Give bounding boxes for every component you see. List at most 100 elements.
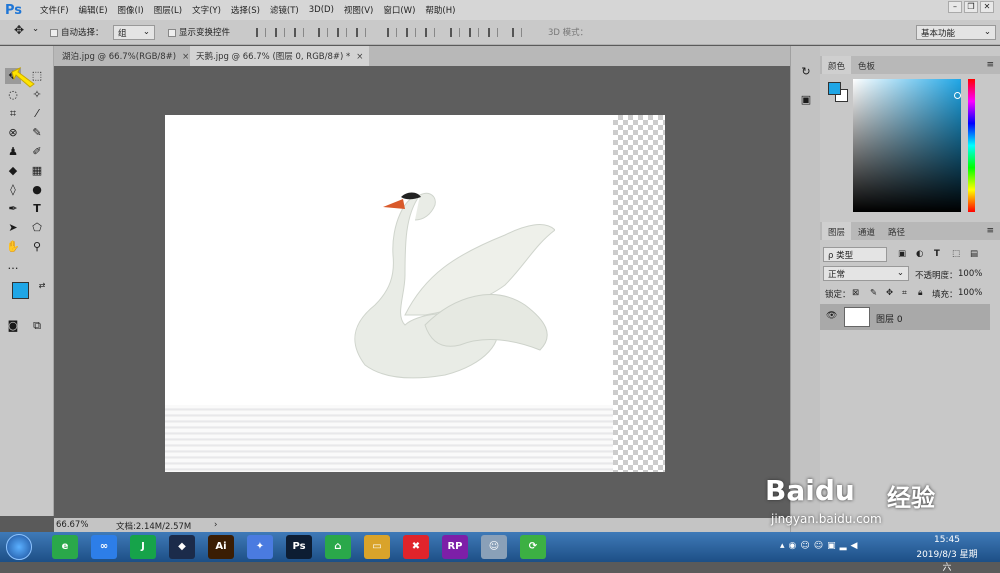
align-right-icon[interactable] [356,28,366,37]
dodge-tool-icon[interactable]: ● [29,182,45,198]
avatar-icon[interactable]: ☺ [481,535,507,559]
hue-slider[interactable] [968,79,975,212]
foreground-color-swatch[interactable] [12,282,29,299]
menu-file[interactable]: 文件(F) [35,4,74,16]
green-app-icon[interactable]: ⌂ [325,535,351,559]
menu-window[interactable]: 窗口(W) [378,4,420,16]
tab-swatches[interactable]: 色板 [852,56,881,74]
lock-all-icon[interactable]: 🔒︎ [918,288,923,298]
layer-name[interactable]: 图层 0 [876,312,903,325]
auto-select-checkbox[interactable]: 自动选择： [50,26,104,38]
distribute-top-icon[interactable] [387,28,397,37]
lock-paint-icon[interactable]: ✎ [870,288,877,298]
close-icon[interactable]: ✕ [980,1,994,13]
move-tool-icon[interactable]: ✥ [14,23,24,37]
menu-3d[interactable]: 3D(D) [304,5,339,15]
hand-tool-icon[interactable]: ✋ [5,239,21,255]
filter-type-icon[interactable]: T [934,249,940,259]
screen-mode-icon[interactable]: ⧉ [29,318,45,334]
eraser-tool-icon[interactable]: ◆ [5,163,21,179]
axure-rp-icon[interactable]: RP [442,535,468,559]
tab-layers[interactable]: 图层 [822,222,852,240]
swap-colors-icon[interactable]: ⇄ [34,278,50,294]
lock-pixels-icon[interactable]: ⊠ [852,288,859,298]
lasso-tool-icon[interactable]: ◌ [5,87,21,103]
menu-layer[interactable]: 图层(L) [149,4,187,16]
baidu-cloud-icon[interactable]: ∞ [91,535,117,559]
color-picker-field[interactable] [853,79,961,212]
zoom-level[interactable]: 66.67% [56,520,88,530]
path-select-icon[interactable]: ➤ [5,220,21,236]
bird-icon[interactable]: ✦ [247,535,273,559]
align-left-icon[interactable] [318,28,328,37]
jianying-icon[interactable]: J [130,535,156,559]
align-hcenter-icon[interactable] [337,28,347,37]
menu-select[interactable]: 选择(S) [226,4,265,16]
clock[interactable]: 15:45 2019/8/3 星期六 [912,535,982,573]
illustrator-icon[interactable]: Ai [208,535,234,559]
blend-mode-dropdown[interactable]: 正常 ⌄ [823,266,909,281]
fill-value[interactable]: 100% [958,288,982,298]
more-tools-icon[interactable]: … [5,258,21,274]
distribute-hcenter-icon[interactable] [469,28,479,37]
menu-image[interactable]: 图像(I) [113,4,149,16]
tab-swan[interactable]: 天鹅.jpg @ 66.7% (图层 0, RGB/8#) * × [190,46,370,66]
xmind-icon[interactable]: ✖ [403,535,429,559]
eyedropper-icon[interactable]: ⁄ [29,106,45,122]
auto-select-dropdown[interactable]: 组 ⌄ [113,25,155,40]
history-panel-icon[interactable]: ↻ [798,64,814,80]
clone-stamp-icon[interactable]: ♟ [5,144,21,160]
layer-row[interactable]: 👁︎ 图层 0 [820,304,990,330]
chrome-icon[interactable]: e [52,535,78,559]
close-icon[interactable]: × [356,52,363,62]
align-bottom-icon[interactable] [294,28,304,37]
auto-align-icon[interactable] [512,28,522,37]
lock-artboard-icon[interactable]: ⌗ [902,288,907,298]
layer-filter-dropdown[interactable]: ρ 类型 [823,247,887,262]
visibility-eye-icon[interactable]: 👁︎ [826,311,837,321]
minimize-icon[interactable]: – [948,1,962,13]
quick-mask-icon[interactable]: ◙ [5,318,21,334]
magic-wand-icon[interactable]: ✧ [29,87,45,103]
photoshop-icon[interactable]: Ps [286,535,312,559]
app-icon[interactable]: ◆ [169,535,195,559]
distribute-bottom-icon[interactable] [425,28,435,37]
tab-lake[interactable]: 湖泊.jpg @ 66.7%(RGB/8#) × [56,46,195,66]
menu-view[interactable]: 视图(V) [339,4,378,16]
filter-smart-icon[interactable]: ▤ [970,249,978,259]
shape-tool-icon[interactable]: ⬠ [29,220,45,236]
crop-tool-icon[interactable]: ⌗ [5,106,21,122]
status-menu-icon[interactable]: › [214,520,217,530]
menu-help[interactable]: 帮助(H) [420,4,460,16]
panel-menu-icon[interactable]: ≡ [986,226,994,236]
tab-paths[interactable]: 路径 [882,222,911,240]
distribute-vcenter-icon[interactable] [406,28,416,37]
tab-color[interactable]: 颜色 [822,56,852,74]
panel-menu-icon[interactable]: ≡ [986,60,994,70]
restore-icon[interactable]: ❐ [964,1,978,13]
blur-tool-icon[interactable]: ◊ [5,182,21,198]
refresh-app-icon[interactable]: ⟳ [520,535,546,559]
chevron-down-icon[interactable]: ⌄ [32,24,39,34]
opacity-value[interactable]: 100% [958,269,982,279]
align-vcenter-icon[interactable] [275,28,285,37]
show-transform-checkbox[interactable]: 显示变换控件 [168,26,230,38]
brush-tool-icon[interactable]: ✎ [29,125,45,141]
menu-filter[interactable]: 滤镜(T) [265,4,304,16]
foreground-color-chip[interactable] [828,82,841,95]
filter-adjust-icon[interactable]: ◐ [916,249,923,259]
lock-position-icon[interactable]: ✥ [886,288,893,298]
document-canvas[interactable] [165,115,665,472]
workspace-dropdown[interactable]: 基本功能 ⌄ [916,25,996,40]
filter-shape-icon[interactable]: ⬚ [952,249,960,259]
healing-brush-icon[interactable]: ⊗ [5,125,21,141]
properties-panel-icon[interactable]: ▣ [798,92,814,108]
tray-icons[interactable]: ▴◉☺☺▣▂◀ [780,541,861,551]
filter-pixel-icon[interactable]: ▣ [898,249,906,259]
distribute-left-icon[interactable] [450,28,460,37]
picker-handle[interactable] [954,92,961,99]
gradient-tool-icon[interactable]: ▦ [29,163,45,179]
type-tool-icon[interactable]: T [29,201,45,217]
zoom-tool-icon[interactable]: ⚲ [29,239,45,255]
folder-icon[interactable]: ▭ [364,535,390,559]
